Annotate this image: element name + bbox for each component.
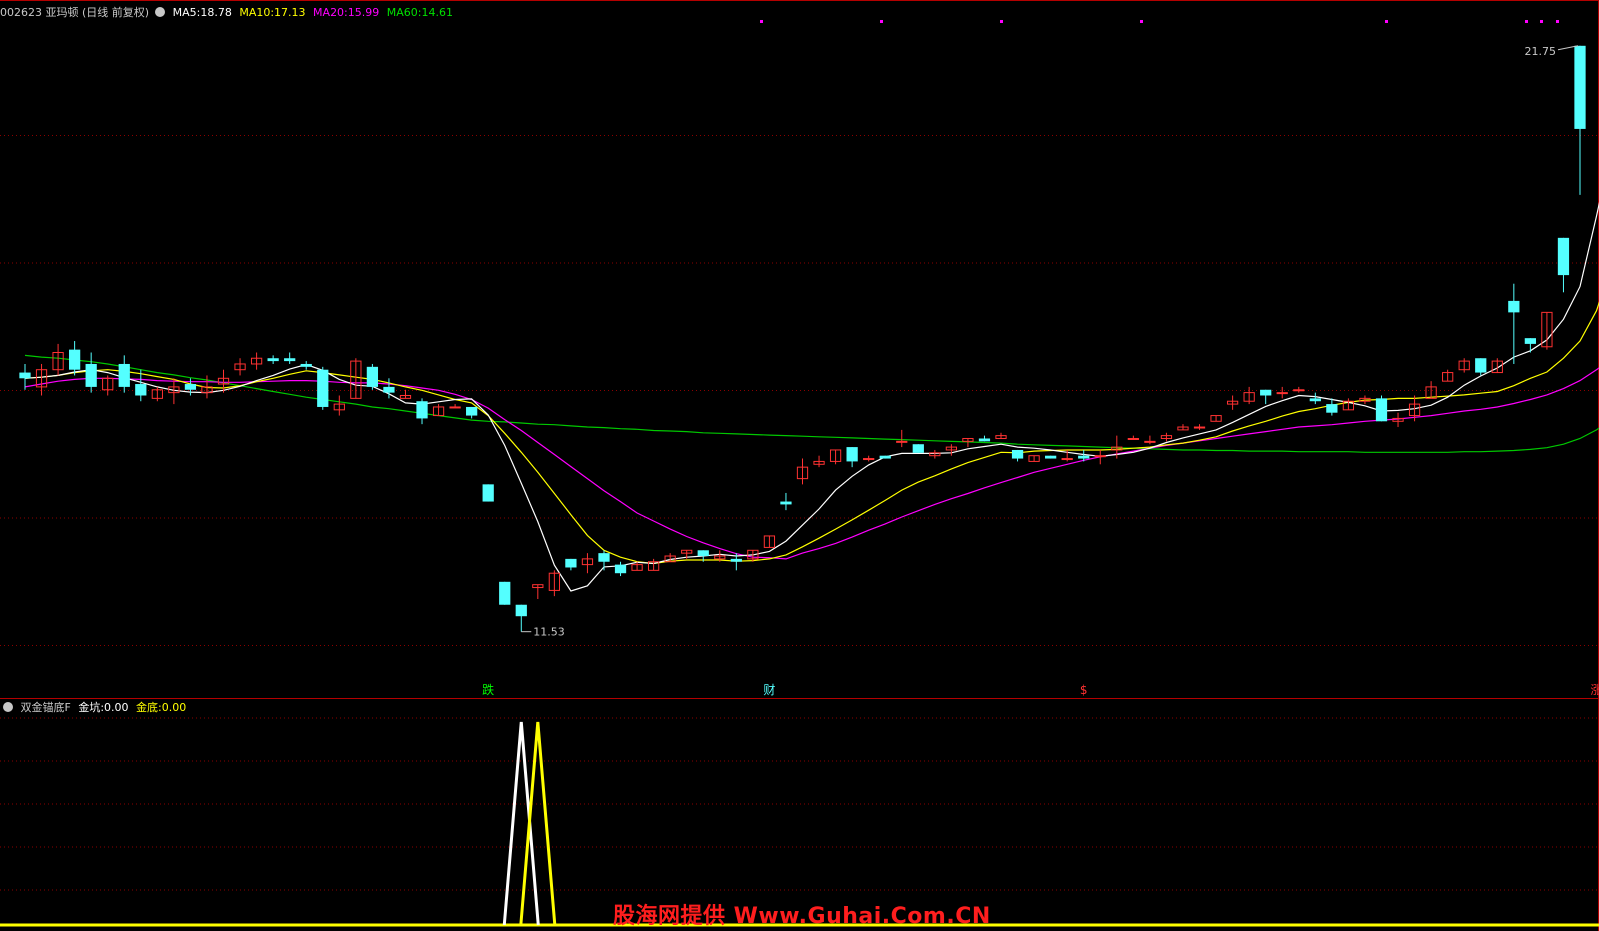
signal-dot: [760, 20, 763, 23]
candle-down: [184, 384, 197, 390]
candle-up: [1293, 389, 1305, 392]
chart-background: [0, 0, 1599, 931]
candle-down: [416, 401, 428, 419]
jinkeng-label: 金坑:: [78, 701, 105, 714]
candle-down: [1011, 449, 1024, 459]
indicator-header: 双金锚底F 金坑:0.00 金底:0.00: [0, 699, 190, 715]
candle-down: [697, 550, 709, 557]
candle-up: [1144, 440, 1156, 443]
candle-up: [449, 406, 461, 409]
watermark: 股海网提供 Www.Guhai.Com.CN: [613, 904, 991, 929]
jindi-value: 0.00: [161, 701, 187, 714]
signal-dot: [1556, 20, 1559, 23]
candle-down: [1524, 338, 1536, 344]
candle-down: [267, 358, 279, 362]
signal-dot: [1000, 20, 1003, 23]
candle-down: [366, 366, 379, 387]
event-marker: 涨: [1591, 682, 1599, 697]
candle-down: [1475, 358, 1487, 373]
candle-down: [614, 564, 627, 574]
candle-down: [978, 438, 991, 442]
candle-down: [1557, 237, 1570, 276]
ma5-label: MA5:: [172, 6, 201, 19]
candle-down: [1574, 45, 1586, 129]
candle-down: [565, 558, 577, 568]
jindi-label: 金底:: [136, 701, 162, 714]
signal-dot: [1385, 20, 1388, 23]
signal-dot: [1140, 20, 1143, 23]
candle-down: [1078, 455, 1090, 459]
candle-down: [482, 484, 494, 502]
candle-down: [1045, 455, 1057, 459]
candle-up: [1094, 455, 1106, 458]
candle-down: [780, 501, 792, 505]
candle-up: [1061, 458, 1073, 461]
signal-dot: [880, 20, 883, 23]
ma60-label: MA60:: [386, 6, 422, 19]
candle-down: [879, 455, 891, 459]
ma5-value: 18.78: [200, 6, 232, 19]
candle-down: [19, 372, 31, 379]
candle-down: [300, 363, 312, 367]
candle-down: [598, 553, 610, 562]
candle-down: [912, 444, 924, 453]
event-marker: 财: [763, 683, 775, 697]
main-chart-header: 002623 亚玛顿 (日线 前复权) MA5:18.78 MA10:17.13…: [0, 4, 457, 20]
candle-down: [284, 358, 296, 362]
ma20-label: MA20:: [313, 6, 348, 19]
candle-down: [499, 581, 511, 605]
candle-down: [1260, 389, 1272, 396]
candle-up: [896, 440, 908, 443]
candle-down: [135, 384, 147, 396]
candle-up: [1193, 426, 1206, 429]
min-price-label: 11.53: [533, 626, 565, 639]
max-price-label: 21.75: [1525, 45, 1557, 58]
candle-down: [85, 363, 97, 387]
candle-down: [730, 558, 742, 562]
candle-down: [1375, 398, 1388, 422]
event-marker: $: [1080, 683, 1088, 697]
stock-code: 002623: [0, 6, 42, 19]
jinkeng-value: 0.00: [104, 701, 129, 714]
candle-down: [1508, 300, 1520, 313]
candle-down: [515, 604, 527, 617]
signal-dot: [1525, 20, 1528, 23]
candle-down: [69, 349, 81, 370]
event-marker: 跌: [482, 682, 494, 697]
kline-chart[interactable]: 21.75 11.53 跌 财 $ 涨: [0, 0, 1599, 931]
candle-down: [846, 447, 858, 462]
ma10-label: MA10:: [239, 6, 275, 19]
candle-down: [317, 369, 329, 407]
stock-name: 亚玛顿: [45, 6, 79, 19]
candle-up: [1127, 437, 1139, 440]
ma10-value: 17.13: [274, 6, 306, 19]
candle-down: [466, 406, 478, 416]
indicator-name: 双金锚底F: [20, 701, 71, 714]
signal-dot: [1540, 20, 1543, 23]
candle-up: [1276, 392, 1288, 395]
candle-down: [118, 363, 130, 387]
candle-up: [863, 458, 875, 461]
settings-dropdown-icon[interactable]: [155, 7, 166, 17]
ma60-value: 14.61: [421, 6, 453, 19]
candle-down: [383, 386, 395, 393]
candle-down: [1309, 398, 1321, 402]
indicator-dropdown-icon[interactable]: [3, 702, 13, 712]
candle-down: [1326, 404, 1338, 413]
chart-mode: (日线 前复权): [82, 6, 150, 19]
ma20-value: 15.99: [347, 6, 380, 19]
